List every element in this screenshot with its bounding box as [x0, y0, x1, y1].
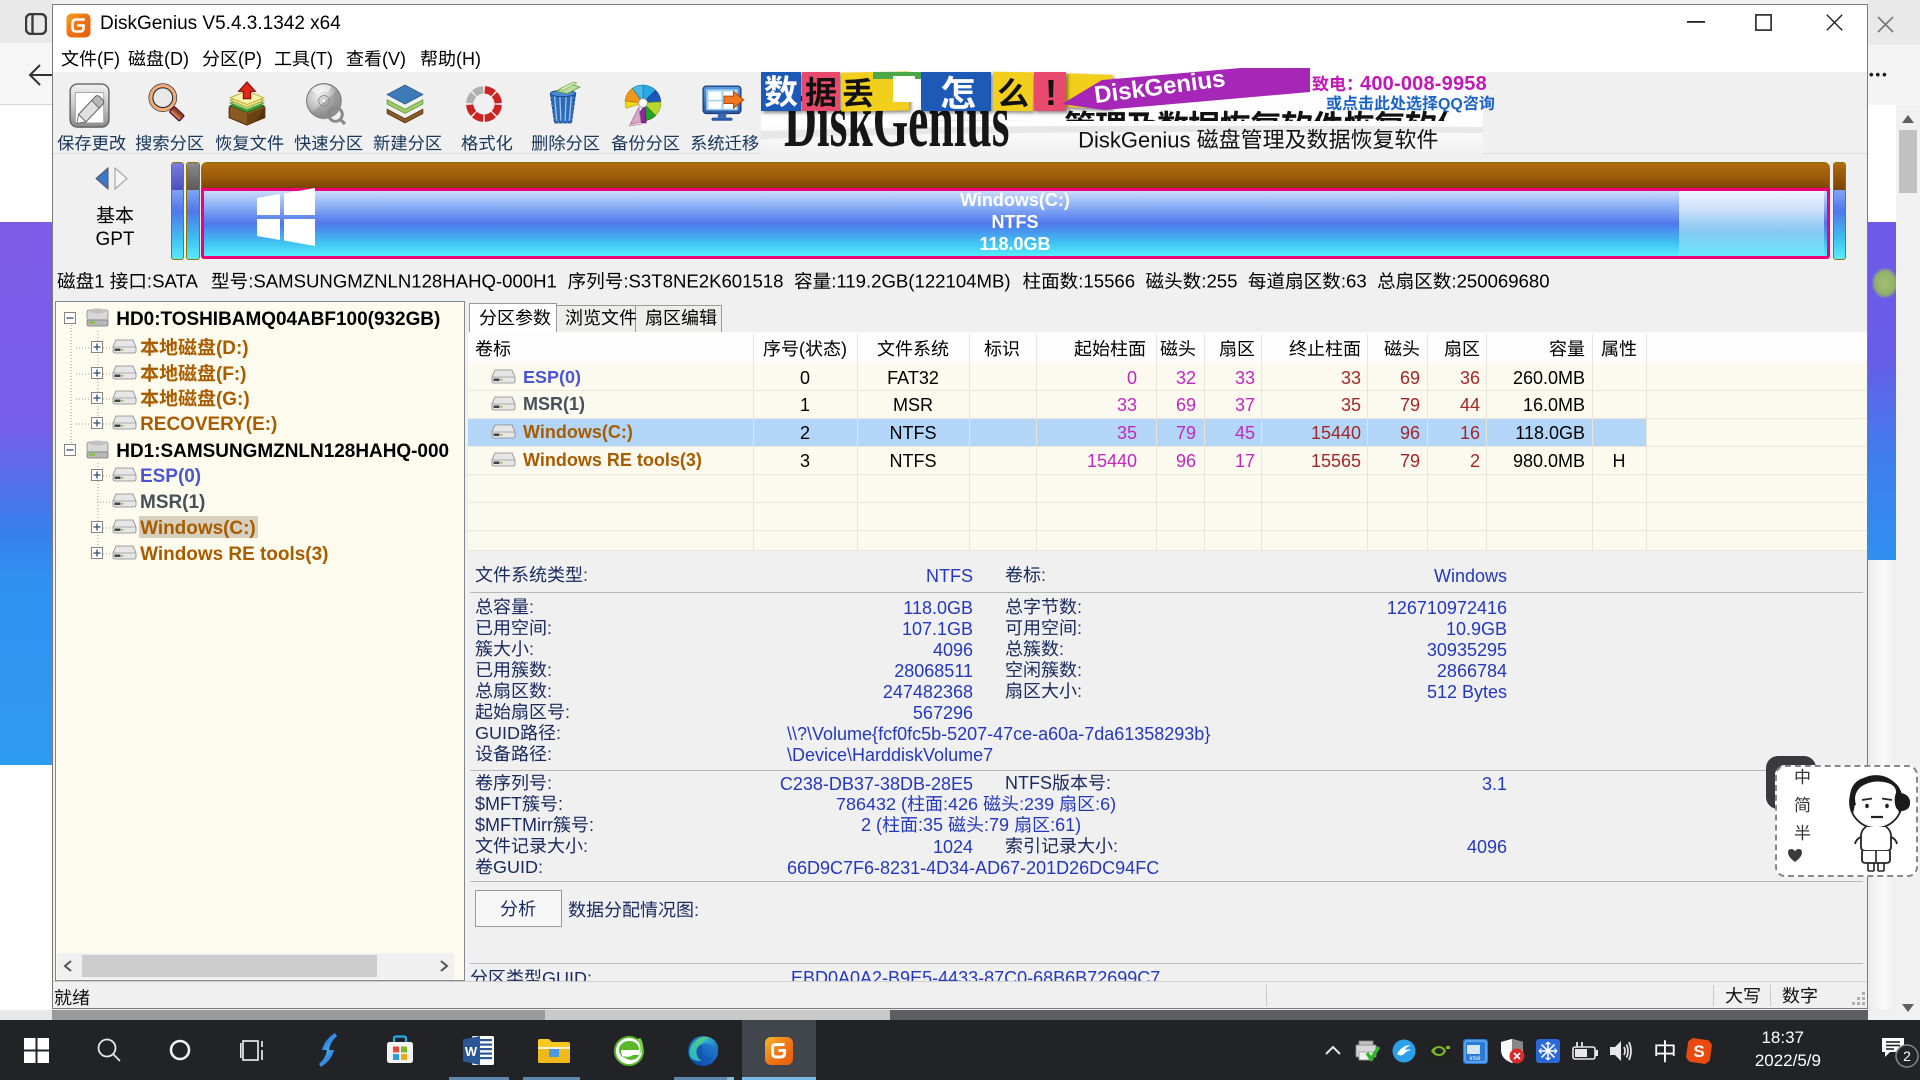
svg-text:(T): (T)	[310, 49, 333, 69]
svg-text:GUID:: GUID:	[493, 857, 543, 877]
svg-text::250069680: :250069680	[1451, 271, 1549, 292]
svg-text:ESP(0): ESP(0)	[140, 466, 201, 487]
svg-text::35: :35	[918, 815, 943, 835]
svg-text:DiskGenius: DiskGenius	[1078, 127, 1190, 152]
svg-text::119.2GB(122104MB): :119.2GB(122104MB)	[831, 271, 1010, 292]
svg-text:(: (	[799, 339, 805, 359]
svg-text:Windows(C:): Windows(C:)	[140, 518, 256, 539]
svg-text::: :	[1077, 681, 1082, 701]
svg-text::6): :6)	[1095, 794, 1116, 814]
svg-text::SAMSUNGMZNLN128HAHQ-000H1: :SAMSUNGMZNLN128HAHQ-000H1	[248, 271, 557, 292]
svg-text:HD0:TOSHIBAMQ04ABF100(932GB): HD0:TOSHIBAMQ04ABF100(932GB)	[116, 309, 440, 330]
svg-text::: :	[547, 744, 552, 764]
svg-text:): )	[841, 339, 847, 359]
svg-text::: :	[1077, 618, 1082, 638]
svg-text:(F): (F)	[97, 49, 120, 69]
svg-text::: :	[589, 815, 594, 835]
svg-text:MSR(1): MSR(1)	[140, 492, 205, 513]
svg-text:W: W	[465, 1044, 478, 1059]
svg-text:MSR(1): MSR(1)	[523, 394, 585, 414]
svg-text::: :	[556, 723, 561, 743]
svg-text::: :	[565, 702, 570, 722]
svg-text::15566: :15566	[1078, 271, 1135, 292]
svg-text:HD1:SAMSUNGMZNLN128HAHQ-000: HD1:SAMSUNGMZNLN128HAHQ-000	[116, 441, 449, 462]
svg-text:Windows RE tools(3): Windows RE tools(3)	[140, 544, 328, 565]
svg-text::: :	[547, 618, 552, 638]
svg-text:2: 2	[1903, 1048, 1911, 1064]
svg-text:(D:): (D:)	[216, 338, 249, 359]
svg-text:ESP(0): ESP(0)	[523, 367, 581, 387]
svg-text::: :	[1113, 836, 1118, 856]
svg-text:GUID:: GUID:	[542, 968, 592, 981]
svg-text:(D): (D)	[164, 49, 189, 69]
svg-text::255: :255	[1201, 271, 1237, 292]
svg-text:2 (: 2 (	[861, 815, 882, 835]
svg-text:(V): (V)	[382, 49, 406, 69]
svg-text:(F:): (F:)	[216, 364, 247, 385]
svg-text::63: :63	[1341, 271, 1367, 292]
svg-text:RECOVERY(E:): RECOVERY(E:)	[140, 414, 277, 435]
svg-text:QQ: QQ	[1438, 96, 1463, 113]
svg-text:S: S	[1693, 1042, 1704, 1061]
svg-text::: :	[583, 836, 588, 856]
svg-text::SATA: :SATA	[147, 271, 199, 292]
svg-text::S3T8NE2K601518: :S3T8NE2K601518	[623, 271, 783, 292]
svg-text:1: 1	[94, 271, 104, 292]
svg-text:Windows(C:): Windows(C:)	[523, 422, 633, 442]
svg-text::: :	[583, 565, 588, 585]
svg-text:(P): (P)	[238, 49, 262, 69]
svg-text:(G:): (G:)	[216, 389, 250, 410]
svg-text:intel: intel	[1469, 1056, 1480, 1062]
svg-text::: :	[694, 900, 699, 920]
svg-text::: :	[1041, 565, 1046, 585]
svg-text:(H): (H)	[456, 49, 481, 69]
svg-text:Windows RE tools(3): Windows RE tools(3)	[523, 450, 702, 470]
